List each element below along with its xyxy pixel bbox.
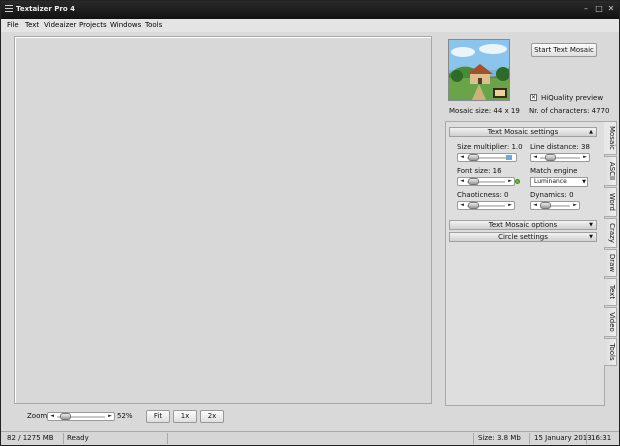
zoom-value: 52% bbox=[117, 412, 133, 420]
menu-bar: File Text Videaizer Projects Windows Too… bbox=[1, 19, 619, 32]
memory-usage: 82 / 1275 MB bbox=[7, 434, 54, 442]
settings-panel bbox=[445, 121, 605, 406]
menu-projects[interactable]: Projects bbox=[79, 21, 107, 29]
slider-right-icon[interactable]: ► bbox=[581, 154, 589, 161]
slider-thumb[interactable] bbox=[60, 413, 71, 420]
circle-settings-header[interactable]: Circle settings ▼ bbox=[449, 232, 597, 242]
menu-tools[interactable]: Tools bbox=[145, 21, 162, 29]
status-text: Ready bbox=[67, 434, 89, 442]
zoom-1x-button[interactable]: 1x bbox=[173, 410, 197, 423]
size-multiplier-slider[interactable]: ◄ bbox=[457, 153, 517, 162]
status-time: 16:31 bbox=[591, 434, 612, 442]
mosaic-size-text: Mosaic size: 44 x 19 bbox=[449, 107, 520, 115]
zoom-fit-button[interactable]: Fit bbox=[146, 410, 170, 423]
chevron-down-icon[interactable]: ▼ bbox=[589, 233, 593, 241]
dynamics-label: Dynamics: 0 bbox=[530, 191, 574, 199]
menu-videaizer[interactable]: Videaizer bbox=[44, 21, 76, 29]
text-mosaic-options-header[interactable]: Text Mosaic options ▼ bbox=[449, 220, 597, 230]
match-engine-label: Match engine bbox=[530, 167, 578, 175]
section-title: Text Mosaic settings bbox=[487, 128, 559, 136]
status-bar: 82 / 1275 MB Ready Size: 3.8 Mb 15 Janua… bbox=[1, 431, 619, 445]
window-title: Textaizer Pro 4 bbox=[16, 5, 75, 13]
slider-left-icon[interactable]: ◄ bbox=[458, 154, 466, 161]
preview-thumbnail bbox=[448, 39, 510, 101]
slider-right-icon[interactable]: ► bbox=[506, 202, 514, 209]
status-date: 15 January 2013 bbox=[534, 434, 592, 442]
size-multiplier-label: Size multiplier: 1.0 bbox=[457, 143, 523, 151]
hiquality-checkbox[interactable]: ✕ bbox=[530, 94, 537, 101]
slider-thumb[interactable] bbox=[540, 202, 551, 209]
slider-left-icon[interactable]: ◄ bbox=[531, 154, 539, 161]
zoom-2x-button[interactable]: 2x bbox=[200, 410, 224, 423]
chaoticness-slider[interactable]: ◄ ► bbox=[457, 201, 515, 210]
slider-left-icon[interactable]: ◄ bbox=[48, 413, 56, 420]
line-distance-label: Line distance: 38 bbox=[530, 143, 590, 151]
slider-left-icon[interactable]: ◄ bbox=[458, 202, 466, 209]
title-bar[interactable]: Textaizer Pro 4 – □ ✕ bbox=[1, 1, 619, 19]
minimize-icon[interactable]: – bbox=[581, 4, 591, 14]
status-separator bbox=[167, 433, 168, 444]
status-led-icon bbox=[515, 179, 520, 184]
app-window: Textaizer Pro 4 – □ ✕ File Text Videaize… bbox=[0, 0, 620, 446]
slider-thumb[interactable] bbox=[545, 154, 556, 161]
status-separator bbox=[63, 433, 64, 444]
slider-left-icon[interactable]: ◄ bbox=[531, 202, 539, 209]
start-text-mosaic-button[interactable]: Start Text Mosaic bbox=[531, 43, 597, 57]
status-separator bbox=[529, 433, 530, 444]
menu-windows[interactable]: Windows bbox=[110, 21, 141, 29]
chevron-down-icon[interactable]: ▼ bbox=[589, 221, 593, 229]
menu-file[interactable]: File bbox=[7, 21, 19, 29]
char-count-text: Nr. of characters: 4770 bbox=[529, 107, 610, 115]
dynamics-slider[interactable]: ◄ ► bbox=[530, 201, 580, 210]
slider-left-icon[interactable]: ◄ bbox=[458, 178, 466, 185]
chevron-up-icon[interactable]: ▲ bbox=[589, 128, 593, 136]
status-separator bbox=[586, 433, 587, 444]
slider-right-icon[interactable]: ► bbox=[106, 413, 114, 420]
slider-marker-icon bbox=[506, 155, 512, 160]
file-size: Size: 3.8 Mb bbox=[478, 434, 521, 442]
zoom-slider[interactable]: ◄ ► bbox=[47, 412, 115, 421]
hiquality-label: HiQuality preview bbox=[541, 94, 604, 102]
tab-label: Tools bbox=[608, 343, 616, 361]
section-title: Text Mosaic options bbox=[488, 221, 558, 229]
mosaic-canvas[interactable] bbox=[14, 36, 432, 404]
menu-text[interactable]: Text bbox=[25, 21, 39, 29]
slider-thumb[interactable] bbox=[468, 202, 479, 209]
zoom-label: Zoom bbox=[27, 412, 48, 420]
tab-mosaic[interactable]: Mosaic bbox=[604, 121, 617, 155]
match-engine-value: Luminance bbox=[534, 178, 567, 185]
slider-right-icon[interactable]: ► bbox=[506, 178, 514, 185]
slider-thumb[interactable] bbox=[468, 178, 479, 185]
line-distance-slider[interactable]: ◄ ► bbox=[530, 153, 590, 162]
section-title: Circle settings bbox=[498, 233, 548, 241]
chevron-down-icon[interactable]: ▼ bbox=[582, 178, 586, 186]
status-separator bbox=[473, 433, 474, 444]
chaoticness-label: Chaoticness: 0 bbox=[457, 191, 509, 199]
text-mosaic-settings-header[interactable]: Text Mosaic settings ▲ bbox=[449, 127, 597, 137]
slider-right-icon[interactable]: ► bbox=[571, 202, 579, 209]
font-size-slider[interactable]: ◄ ► bbox=[457, 177, 515, 186]
maximize-icon[interactable]: □ bbox=[594, 4, 604, 14]
tab-tools[interactable]: Tools bbox=[604, 338, 617, 366]
landscape-image-icon bbox=[449, 40, 509, 100]
slider-thumb[interactable] bbox=[468, 154, 479, 161]
close-icon[interactable]: ✕ bbox=[606, 4, 616, 14]
font-size-label: Font size: 16 bbox=[457, 167, 502, 175]
window-menu-icon[interactable] bbox=[5, 5, 13, 13]
match-engine-select[interactable]: Luminance ▼ bbox=[530, 177, 588, 187]
